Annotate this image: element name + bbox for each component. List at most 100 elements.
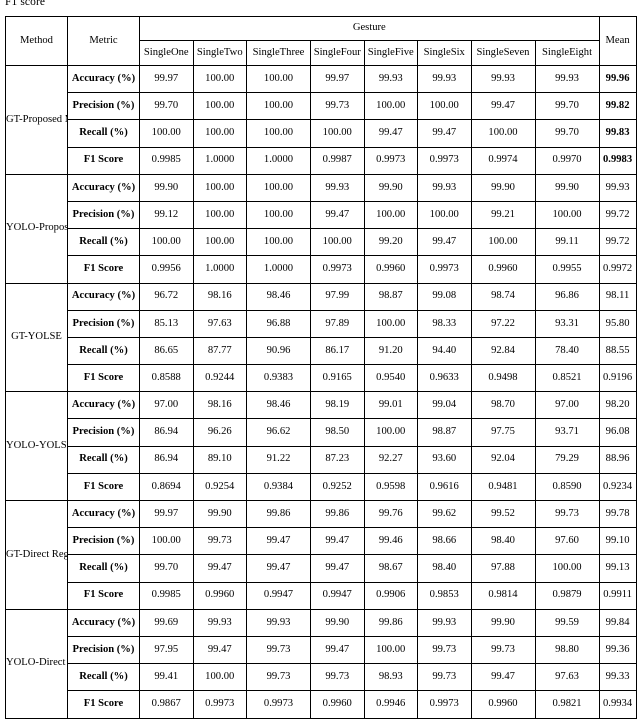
metric-cell: F1 Score <box>67 364 140 393</box>
value-cell: 0.9598 <box>363 472 418 502</box>
value-cell: 0.9254 <box>192 472 247 502</box>
value-cell: 100.00 <box>363 635 418 665</box>
table-row: F1 Score 0.8588 0.9244 0.9383 0.9165 0.9540 0.… <box>6 364 637 393</box>
value-cell: 99.73 <box>246 635 311 665</box>
mean-cell: 99.78 <box>598 499 637 529</box>
value-cell: 99.47 <box>246 554 311 583</box>
value-cell: 99.76 <box>363 499 418 529</box>
value-cell: 99.97 <box>310 64 365 94</box>
header-row-top: Method Metric Gesture Mean <box>5 16 637 66</box>
value-cell: 99.73 <box>470 635 536 665</box>
value-cell: 100.00 <box>246 119 311 148</box>
value-cell: 93.60 <box>417 445 472 474</box>
value-cell: 99.08 <box>417 282 472 311</box>
value-cell: 100.00 <box>417 92 472 121</box>
header-method: Method <box>5 16 68 66</box>
value-cell: 0.9973 <box>417 146 472 175</box>
value-cell: 100.00 <box>139 228 194 257</box>
value-cell: 93.71 <box>534 418 600 447</box>
value-cell: 99.47 <box>246 527 311 556</box>
value-cell: 99.47 <box>470 663 536 692</box>
value-cell: 1.0000 <box>246 255 311 284</box>
value-cell: 96.72 <box>139 282 194 311</box>
value-cell: 99.12 <box>139 200 194 230</box>
metric-cell: Recall (%) <box>67 554 140 583</box>
metric-cell: F1 Score <box>67 255 140 284</box>
value-cell: 99.93 <box>470 64 536 94</box>
value-cell: 100.00 <box>192 173 247 202</box>
value-cell: 98.80 <box>534 635 600 665</box>
value-cell: 99.70 <box>139 92 194 121</box>
method-cell: GT-YOLSE <box>5 282 68 393</box>
metric-cell: Recall (%) <box>67 336 140 366</box>
method-cell: YOLO-YOLSE <box>5 391 68 501</box>
value-cell: 99.47 <box>192 635 247 665</box>
value-cell: 0.9985 <box>139 146 194 175</box>
value-cell: 100.00 <box>246 173 311 202</box>
value-cell: 100.00 <box>363 418 418 447</box>
value-cell: 100.00 <box>470 228 536 257</box>
table-row: GT-Proposed MethodAccuracy (%)99.97100.0… <box>5 64 637 175</box>
value-cell: 86.65 <box>139 336 194 366</box>
mean-cell: 0.9196 <box>598 364 637 393</box>
value-cell: 98.40 <box>470 527 536 556</box>
mean-cell: 99.33 <box>598 663 637 692</box>
value-cell: 1.0000 <box>246 146 311 175</box>
table-body: GT-Proposed MethodAccuracy (%)99.97100.0… <box>5 64 637 719</box>
value-cell: 0.9853 <box>417 581 472 610</box>
value-cell: 99.59 <box>534 608 600 637</box>
value-cell: 0.9616 <box>417 472 472 502</box>
value-cell: 0.9973 <box>363 146 418 175</box>
value-cell: 99.04 <box>417 391 472 420</box>
value-cell: 99.86 <box>363 608 418 637</box>
value-cell: 79.29 <box>534 445 600 474</box>
value-cell: 99.47 <box>417 119 472 148</box>
table-row: Recall (%) 100.00 100.00 100.00 100.00 99.20 9… <box>6 228 637 257</box>
value-cell: 99.62 <box>417 499 472 529</box>
value-cell: 99.93 <box>534 64 600 94</box>
value-cell: 99.93 <box>310 173 365 202</box>
value-cell: 0.9970 <box>534 146 600 175</box>
value-cell: 99.47 <box>310 200 365 230</box>
value-cell: 98.40 <box>417 554 472 583</box>
value-cell: 99.69 <box>139 608 194 637</box>
value-cell: 99.90 <box>470 608 536 637</box>
header-gesture-6: SingleSix <box>417 40 472 66</box>
header-gesture-3: SingleThree <box>246 40 311 66</box>
metric-cell: Accuracy (%) <box>67 173 140 202</box>
value-cell: 100.00 <box>246 92 311 121</box>
metric-cell: Precision (%) <box>67 635 140 665</box>
value-cell: 97.22 <box>470 309 536 338</box>
value-cell: 99.73 <box>310 663 365 692</box>
table-row: Precision (%) 97.95 99.47 99.73 99.47 100.00 9… <box>6 635 637 665</box>
value-cell: 100.00 <box>139 119 194 148</box>
value-cell: 0.9960 <box>470 690 536 719</box>
value-cell: 0.9481 <box>470 472 536 502</box>
value-cell: 99.11 <box>534 228 600 257</box>
value-cell: 99.97 <box>139 64 194 94</box>
table-row: F1 Score 0.9985 1.0000 1.0000 0.9987 0.9973 0.… <box>6 146 637 175</box>
value-cell: 100.00 <box>363 92 418 121</box>
table-row: Recall (%) 99.41 100.00 99.73 99.73 98.93 99.7… <box>6 663 637 692</box>
value-cell: 0.8694 <box>139 472 194 502</box>
value-cell: 99.47 <box>363 119 418 148</box>
value-cell: 99.93 <box>417 173 472 202</box>
mean-cell: 98.20 <box>598 391 637 420</box>
mean-cell: 99.10 <box>598 527 637 556</box>
value-cell: 99.86 <box>310 499 365 529</box>
value-cell: 100.00 <box>246 200 311 230</box>
table-row: Precision (%) 86.94 96.26 96.62 98.50 100.00 9… <box>6 418 637 447</box>
value-cell: 92.84 <box>470 336 536 366</box>
value-cell: 0.9244 <box>192 364 247 393</box>
value-cell: 0.9867 <box>139 690 194 719</box>
table-row: Recall (%) 99.70 99.47 99.47 99.47 98.67 98.40… <box>6 554 637 583</box>
value-cell: 0.8521 <box>534 364 600 393</box>
table-row: Recall (%) 86.65 87.77 90.96 86.17 91.20 94.40… <box>6 336 637 366</box>
table-row: Precision (%) 99.70 100.00 100.00 99.73 100.0… <box>6 92 637 121</box>
value-cell: 99.93 <box>417 608 472 637</box>
header-gesture-group: Gesture <box>139 16 600 41</box>
value-cell: 99.73 <box>534 499 600 529</box>
table-row: F1 Score 0.9985 0.9960 0.9947 0.9947 0.9906 0.… <box>6 581 637 610</box>
value-cell: 90.96 <box>246 336 311 366</box>
table-row: Precision (%) 100.00 99.73 99.47 99.47 99.46 9… <box>6 527 637 556</box>
